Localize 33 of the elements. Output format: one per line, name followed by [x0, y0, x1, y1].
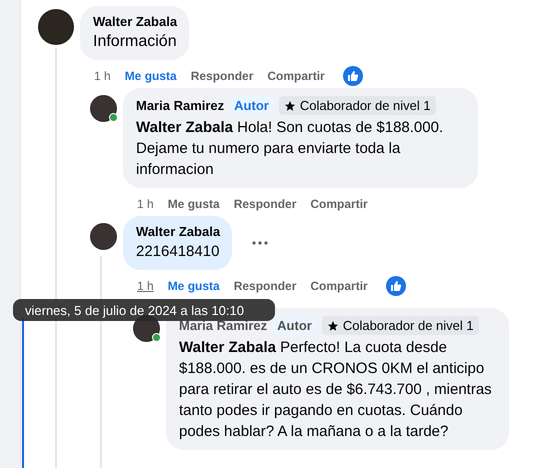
comment-action-link[interactable]: Me gusta	[124, 69, 177, 83]
author-name[interactable]: Maria Ramirez	[136, 98, 224, 113]
comment-action-link[interactable]: Me gusta	[168, 279, 220, 293]
star-icon	[284, 100, 296, 112]
comment-action-link[interactable]: Compartir	[310, 197, 368, 211]
author-name[interactable]: Walter Zabala	[136, 224, 220, 239]
comment-action-link[interactable]: Compartir	[267, 69, 325, 83]
timestamp-link[interactable]: 1 h	[94, 69, 111, 83]
author-name[interactable]: Walter Zabala	[93, 14, 178, 29]
comment-action-link[interactable]: Responder	[190, 69, 254, 83]
star-icon	[326, 320, 339, 332]
comment-action-link[interactable]: Responder	[234, 197, 296, 211]
timestamp-link[interactable]: 1 h	[137, 197, 154, 211]
avatar-icon[interactable]	[90, 223, 117, 250]
avatar-icon[interactable]	[38, 9, 74, 45]
timestamp-link[interactable]: 1 h	[137, 279, 154, 293]
like-reaction-icon[interactable]	[386, 276, 406, 296]
contributor-badge: Colaborador de nivel 1	[278, 96, 436, 115]
comment-action-link[interactable]: Responder	[234, 279, 296, 293]
avatar-icon[interactable]	[90, 95, 117, 122]
author-badge: Autor	[229, 96, 274, 115]
author-name[interactable]: Maria Ramirez	[179, 318, 268, 333]
comment-text: Walter Zabala Perfecto! La cuota desde $188.000. es de un CRONOS 0KM el anticipo para retirar el auto es de $6.743.700 , mientras tanto podes ir pagando en cuotas. Cuándo podes hablar? A la mañana o a la tarde?	[179, 338, 493, 442]
contributor-badge: Colaborador de nivel 1	[322, 316, 479, 335]
comment-action-link[interactable]: Me gusta	[168, 197, 220, 211]
comment-text: Walter Zabala Hola! Son cuotas de $188.000. Dejame tu numero para enviarte toda la informacion	[136, 118, 444, 180]
like-reaction-icon[interactable]	[342, 66, 363, 86]
comment-action-link[interactable]: Compartir	[310, 279, 368, 293]
author-badge: Autor	[272, 316, 317, 335]
date-tooltip: viernes, 5 de julio de 2024 a las 10:10	[13, 299, 275, 321]
comment-text: 2216418410	[136, 242, 220, 262]
comment-text: Información	[93, 32, 178, 52]
more-options-icon[interactable]	[252, 241, 268, 245]
